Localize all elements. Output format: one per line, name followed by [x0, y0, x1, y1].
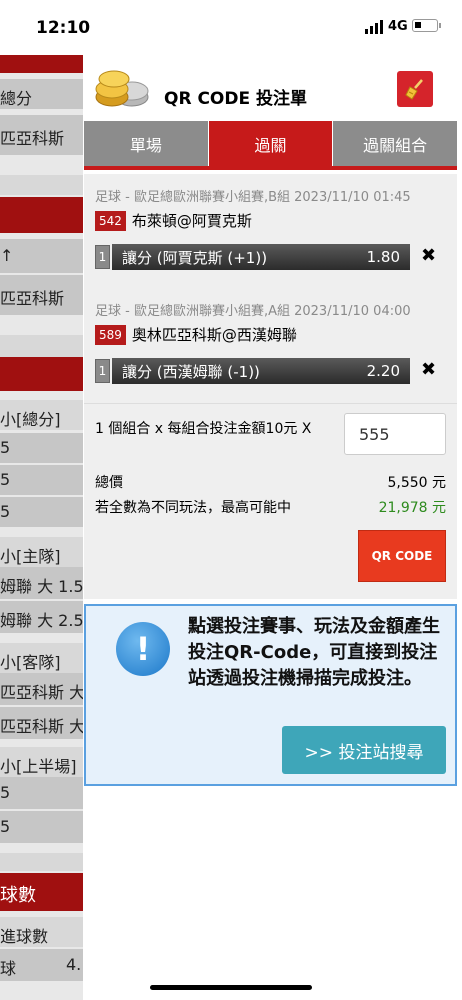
bet-selection: 1 讓分 (西漢姆聯 (-1)) 2.20	[95, 358, 410, 384]
match-name: 布萊頓@阿賈克斯	[131, 212, 252, 230]
remove-bet-icon[interactable]: ✖	[421, 245, 436, 266]
total-value: 5,550 元	[387, 475, 446, 491]
bg-row[interactable]: 5	[0, 811, 83, 843]
bet-meta: 足球 - 歐足總歐洲聯賽小組賽,A組 2023/11/10 04:00	[95, 304, 411, 319]
status-bar: 12:10 4G	[0, 0, 462, 55]
panel-header: QR CODE 投注單	[84, 55, 457, 121]
bg-row[interactable]: 5	[0, 465, 83, 495]
bet-type-tabs: 單場 過關 過關組合	[84, 121, 458, 170]
bg-row: 小[上半場]	[0, 747, 83, 777]
selection-odds: 1.80	[366, 248, 400, 266]
outlet-search-button[interactable]: >> 投注站搜尋	[282, 726, 446, 774]
bg-row: 小[主隊]	[0, 537, 83, 567]
selection-odds: 2.20	[366, 362, 400, 380]
broom-icon	[405, 79, 423, 100]
bg-row: 小[總分]	[0, 400, 83, 430]
battery-icon	[412, 19, 438, 32]
bg-section	[0, 357, 83, 391]
stake-section: 1 個組合 x 每組合投注金額10元 X 總價 5,550 元 若全數為不同玩法…	[84, 403, 457, 599]
remove-bet-icon[interactable]: ✖	[421, 359, 436, 380]
bg-row[interactable]: ↑	[0, 239, 83, 273]
bg-section	[0, 197, 83, 233]
tab-parlay-combo[interactable]: 過關組合	[333, 121, 458, 166]
selection-index: 1	[95, 245, 110, 269]
total-label: 總價	[95, 475, 123, 491]
bg-row-text: 球	[0, 959, 17, 978]
battery-tip	[439, 23, 441, 28]
match-code: 542	[95, 210, 126, 231]
coins-icon	[94, 67, 150, 109]
bg-row: 小[客隊]	[0, 643, 83, 673]
status-time: 12:10	[36, 18, 91, 38]
bg-row[interactable]: 5	[0, 777, 83, 809]
match-name: 奧林匹亞科斯@西漢姆聯	[131, 326, 297, 344]
info-box: ! 點選投注賽事、玩法及金額產生投注QR-Code，可直接到投注站透過投注機掃描…	[84, 604, 457, 786]
selection-index: 1	[95, 359, 110, 383]
stake-input[interactable]	[344, 413, 446, 455]
tab-single[interactable]: 單場	[84, 121, 209, 166]
bet-match: 542 布萊頓@阿賈克斯	[95, 210, 252, 231]
bg-row[interactable]: 匹亞科斯	[0, 115, 83, 155]
bet-list: 足球 - 歐足總歐洲聯賽小組賽,B組 2023/11/10 01:45 542 …	[84, 174, 457, 403]
betslip-panel: QR CODE 投注單 單場 過關 過關組合 足球 - 歐足總歐洲聯賽小組賽,B…	[84, 55, 458, 1000]
bg-row[interactable]: 匹亞科斯	[0, 275, 83, 315]
bet-selection: 1 讓分 (阿賈克斯 (+1)) 1.80	[95, 244, 410, 270]
bg-row[interactable]: 姆聯 大 1.5	[0, 567, 83, 599]
background-page: 總分 匹亞科斯 ↑ 匹亞科斯 小[總分] 5 5 5 小[主隊] 姆聯 大 1.…	[0, 55, 83, 1000]
bg-row[interactable]: 匹亞科斯 大	[0, 673, 83, 705]
tab-parlay[interactable]: 過關	[208, 121, 334, 166]
bg-row-value: 4.	[66, 955, 82, 974]
bg-row: 進球數	[0, 917, 83, 947]
stake-label: 1 個組合 x 每組合投注金額10元 X	[95, 421, 312, 437]
clear-betslip-button[interactable]	[397, 71, 433, 107]
selection-label: 讓分 (西漢姆聯 (-1))	[122, 362, 260, 381]
selection-label: 讓分 (阿賈克斯 (+1))	[122, 248, 268, 267]
match-code: 589	[95, 324, 126, 345]
info-icon: !	[116, 622, 170, 676]
bg-row[interactable]: 5	[0, 497, 83, 527]
bg-row[interactable]: 球 4.	[0, 949, 83, 981]
network-type: 4G	[388, 19, 408, 34]
bg-divider	[0, 335, 83, 357]
signal-icon	[365, 20, 383, 34]
info-text: 點選投注賽事、玩法及金額產生投注QR-Code，可直接到投注站透過投注機掃描完成…	[188, 616, 440, 689]
bg-row[interactable]: 姆聯 大 2.5	[0, 601, 83, 633]
bg-divider	[0, 853, 83, 871]
max-win-label: 若全數為不同玩法，最高可能中	[95, 500, 291, 516]
selection-bar: 讓分 (西漢姆聯 (-1)) 2.20	[112, 358, 410, 384]
bg-divider	[0, 175, 83, 195]
bg-row[interactable]: 總分	[0, 79, 83, 109]
panel-title: QR CODE 投注單	[164, 89, 308, 109]
bg-header	[0, 55, 83, 73]
qr-code-button[interactable]: QR CODE	[358, 530, 446, 582]
bet-meta: 足球 - 歐足總歐洲聯賽小組賽,B組 2023/11/10 01:45	[95, 190, 411, 205]
selection-bar: 讓分 (阿賈克斯 (+1)) 1.80	[112, 244, 410, 270]
home-indicator	[150, 985, 312, 990]
bg-section: 球數	[0, 873, 83, 911]
bg-row[interactable]: 匹亞科斯 大	[0, 707, 83, 739]
bg-row[interactable]: 5	[0, 433, 83, 463]
max-win-value: 21,978 元	[378, 500, 446, 516]
bet-match: 589 奧林匹亞科斯@西漢姆聯	[95, 324, 297, 345]
